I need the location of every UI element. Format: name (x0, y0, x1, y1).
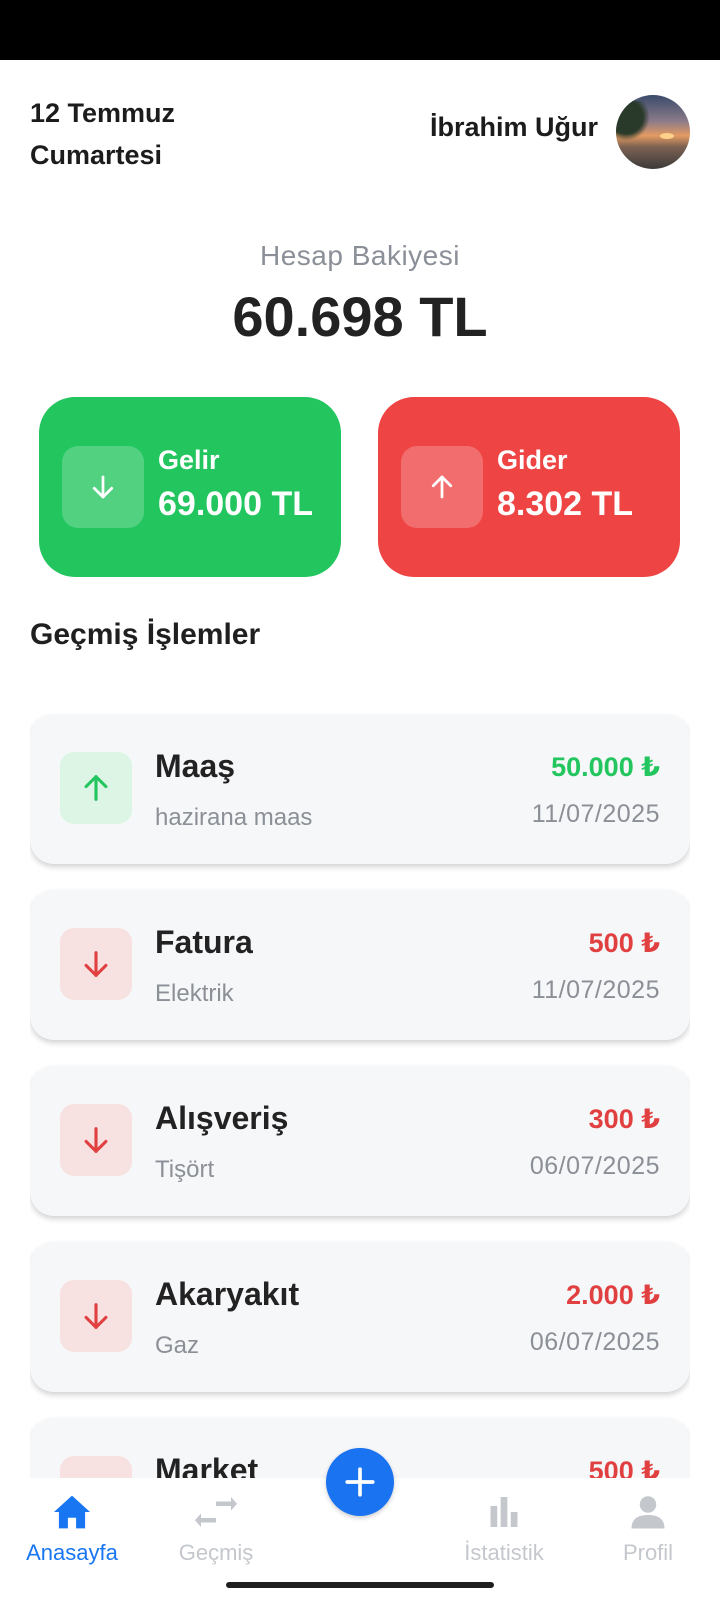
person-icon (578, 1492, 718, 1532)
home-icon (2, 1492, 142, 1532)
add-transaction-button[interactable] (326, 1448, 394, 1516)
income-title: Gelir (158, 445, 220, 475)
balance-value: 60.698 TL (232, 285, 488, 348)
transaction-title: Market (155, 1452, 259, 1478)
transaction-item[interactable]: Fatura Elektrik 500 ₺ 11/07/2025 (30, 890, 690, 1040)
date-label: 12 Temmuz Cumartesi (30, 98, 176, 170)
transaction-amount: 500 ₺ (588, 1456, 660, 1478)
swap-icon (146, 1492, 286, 1532)
status-bar (0, 0, 720, 60)
transaction-list[interactable]: Maaş hazirana maas 50.000 ₺ 11/07/2025 F… (30, 714, 690, 1478)
transaction-description: Tişört (155, 1156, 215, 1183)
arrow-down-icon (60, 1104, 132, 1176)
avatar[interactable] (616, 95, 690, 169)
nav-label: İstatistik (464, 1540, 544, 1565)
nav-item-home[interactable]: Anasayfa (2, 1492, 142, 1566)
transaction-title: Maaş (155, 748, 236, 784)
transaction-amount: 500 ₺ (588, 928, 660, 958)
arrow-down-icon (62, 446, 144, 528)
nav-item-profile[interactable]: Profil (578, 1492, 718, 1566)
transaction-title: Alışveriş (155, 1100, 289, 1136)
arrow-down-icon (60, 1456, 132, 1478)
nav-label: Geçmiş (178, 1540, 254, 1565)
arrow-up-icon (401, 446, 483, 528)
nav-item-history[interactable]: Geçmiş (146, 1492, 286, 1566)
expense-card[interactable]: Gider 8.302 TL (378, 397, 680, 577)
income-card[interactable]: Gelir 69.000 TL (39, 397, 341, 577)
transaction-item[interactable]: Alışveriş Tişört 300 ₺ 06/07/2025 (30, 1066, 690, 1216)
arrow-down-icon (60, 1280, 132, 1352)
arrow-up-icon (60, 752, 132, 824)
transaction-date: 11/07/2025 (531, 800, 660, 828)
header: 12 Temmuz Cumartesi İbrahim Uğur (30, 92, 690, 172)
transaction-amount: 50.000 ₺ (551, 752, 660, 782)
nav-label: Anasayfa (26, 1540, 118, 1565)
expense-amount: 8.302 TL (497, 485, 634, 523)
income-amount: 69.000 TL (158, 485, 313, 523)
transaction-description: Gaz (155, 1332, 200, 1359)
bar-chart-icon (434, 1492, 574, 1532)
transaction-date: 11/07/2025 (531, 976, 660, 1004)
nav-item-statistics[interactable]: İstatistik (434, 1492, 574, 1566)
home-indicator (226, 1582, 494, 1588)
transaction-description: hazirana maas (155, 804, 313, 831)
transaction-amount: 300 ₺ (588, 1104, 660, 1134)
transaction-description: Elektrik (155, 980, 234, 1007)
balance-label: Hesap Bakiyesi (260, 240, 460, 271)
expense-title: Gider (497, 445, 568, 475)
arrow-down-icon (60, 928, 132, 1000)
transaction-date: 06/07/2025 (529, 1328, 660, 1356)
transaction-item[interactable]: Maaş hazirana maas 50.000 ₺ 11/07/2025 (30, 714, 690, 864)
transaction-title: Akaryakıt (155, 1276, 300, 1312)
transaction-amount: 2.000 ₺ (566, 1280, 660, 1310)
transaction-title: Fatura (155, 924, 253, 960)
transaction-date: 06/07/2025 (529, 1152, 660, 1180)
nav-label: Profil (622, 1540, 674, 1565)
user-name: İbrahim Uğur (429, 112, 598, 142)
transaction-item[interactable]: Akaryakıt Gaz 2.000 ₺ 06/07/2025 (30, 1242, 690, 1392)
history-title: Geçmiş İşlemler (30, 618, 261, 651)
plus-icon (345, 1467, 375, 1497)
